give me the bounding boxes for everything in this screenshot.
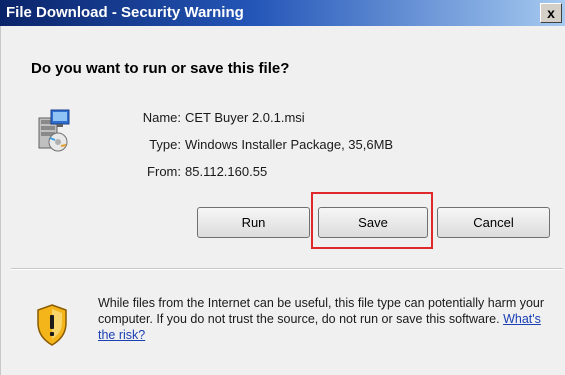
security-warning-dialog: Do you want to run or save this file? Na…	[0, 26, 565, 375]
name-label: Name:	[142, 110, 181, 125]
type-label: Type:	[149, 137, 181, 152]
msi-installer-icon	[38, 109, 70, 152]
from-label: From:	[147, 164, 181, 179]
title-bar[interactable]: File Download - Security Warning x	[0, 0, 565, 26]
dialog-question: Do you want to run or save this file?	[31, 60, 290, 77]
save-highlight-box	[311, 192, 433, 249]
warning-message: While files from the Internet can be use…	[98, 296, 545, 326]
file-type-value: Windows Installer Package, 35,6MB	[185, 137, 394, 152]
cancel-button[interactable]: Cancel	[437, 207, 550, 238]
run-button[interactable]: Run	[197, 207, 310, 238]
file-source-value: 85.112.160.55	[185, 164, 268, 179]
divider	[11, 268, 563, 270]
security-warning-text: While files from the Internet can be use…	[98, 295, 558, 343]
close-icon: x	[547, 5, 555, 21]
window-title: File Download - Security Warning	[6, 4, 244, 21]
shield-warning-icon	[37, 304, 67, 346]
close-button[interactable]: x	[540, 3, 562, 23]
file-name-value: CET Buyer 2.0.1.msi	[185, 110, 305, 125]
